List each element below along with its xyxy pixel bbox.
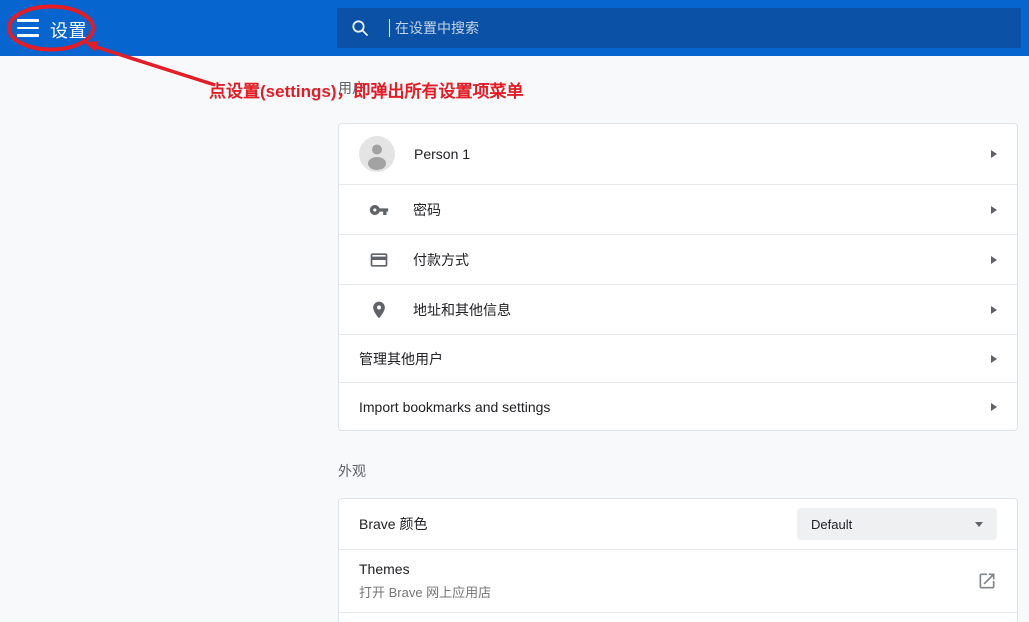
import-bookmarks-label: Import bookmarks and settings [359, 399, 550, 415]
themes-row[interactable]: Themes 打开 Brave 网上应用店 [339, 549, 1017, 612]
settings-search-box[interactable] [337, 8, 1021, 48]
location-pin-icon [369, 300, 389, 320]
payment-methods-label: 付款方式 [413, 250, 469, 270]
passwords-row[interactable]: 密码 [339, 184, 1017, 234]
import-bookmarks-row[interactable]: Import bookmarks and settings [339, 382, 1017, 430]
people-card: Person 1 密码 付款方式 地址和其他信息 管理其他用户 [338, 123, 1018, 431]
brave-colors-row: Brave 颜色 Default [339, 499, 1017, 549]
passwords-label: 密码 [413, 200, 441, 220]
payment-methods-row[interactable]: 付款方式 [339, 234, 1017, 284]
chevron-down-icon [975, 522, 983, 527]
themes-sublabel: 打开 Brave 网上应用店 [359, 582, 491, 601]
profile-name: Person 1 [414, 146, 470, 162]
manage-other-people-row[interactable]: 管理其他用户 [339, 334, 1017, 382]
addresses-label: 地址和其他信息 [413, 300, 511, 320]
chevron-right-icon [991, 403, 997, 411]
appearance-card: Brave 颜色 Default Themes 打开 Brave 网上应用店 [338, 498, 1018, 622]
brave-colors-label: Brave 颜色 [359, 514, 427, 534]
credit-card-icon [369, 250, 389, 270]
themes-label: Themes [359, 561, 491, 577]
avatar [359, 136, 395, 172]
search-icon [351, 19, 369, 37]
chevron-right-icon [991, 206, 997, 214]
external-link-icon [977, 571, 997, 591]
section-heading-people: 用户 [338, 80, 1018, 96]
brave-colors-selected-value: Default [811, 517, 852, 532]
addresses-row[interactable]: 地址和其他信息 [339, 284, 1017, 334]
section-heading-appearance: 外观 [338, 463, 1018, 479]
settings-content: 用户 Person 1 密码 付款方式 [338, 56, 1018, 622]
chevron-right-icon [991, 355, 997, 363]
hamburger-menu-icon[interactable] [17, 19, 39, 37]
chevron-right-icon [991, 306, 997, 314]
key-icon [369, 200, 389, 220]
search-input[interactable] [390, 8, 1021, 48]
brave-colors-dropdown[interactable]: Default [797, 508, 997, 540]
settings-toolbar: 设置 [0, 0, 1029, 56]
page-title: 设置 [50, 17, 87, 43]
next-row-partial [339, 612, 1017, 622]
profile-row-person1[interactable]: Person 1 [339, 124, 1017, 184]
chevron-right-icon [991, 256, 997, 264]
manage-other-people-label: 管理其他用户 [359, 349, 443, 369]
chevron-right-icon [991, 150, 997, 158]
